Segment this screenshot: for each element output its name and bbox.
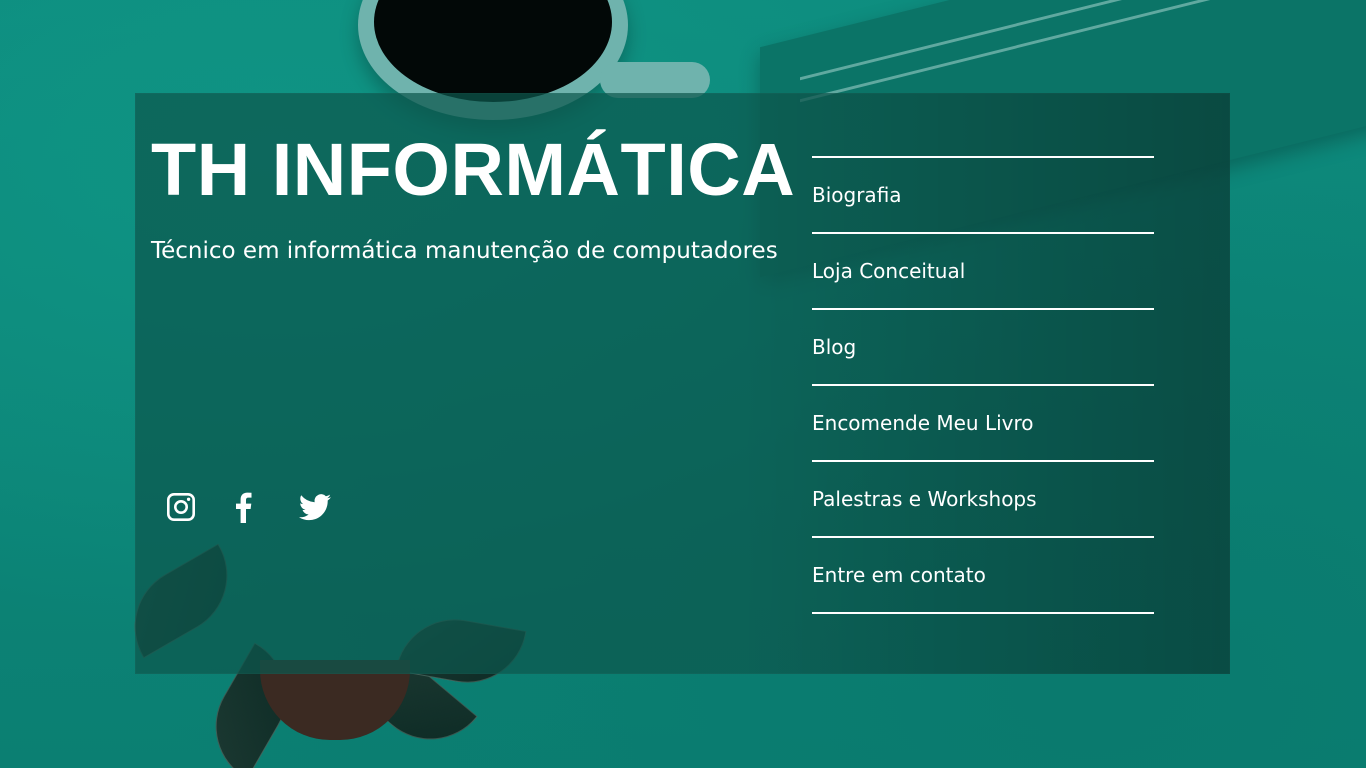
nav-item-biografia: Biografia (812, 158, 1154, 234)
nav-link-entre-em-contato[interactable]: Entre em contato (812, 563, 986, 587)
instagram-icon (167, 493, 195, 521)
nav-link-blog[interactable]: Blog (812, 335, 856, 359)
twitter-link[interactable] (299, 491, 331, 523)
nav-item-entre-em-contato: Entre em contato (812, 538, 1154, 614)
nav-item-blog: Blog (812, 310, 1154, 386)
social-links (165, 491, 361, 523)
nav-link-palestras-workshops[interactable]: Palestras e Workshops (812, 487, 1037, 511)
facebook-link[interactable] (227, 491, 259, 523)
site-subtitle: Técnico em informática manutenção de com… (151, 238, 778, 264)
nav-item-encomende-meu-livro: Encomende Meu Livro (812, 386, 1154, 462)
nav-item-palestras-workshops: Palestras e Workshops (812, 462, 1154, 538)
main-navigation: Biografia Loja Conceitual Blog Encomende… (812, 156, 1154, 614)
nav-link-loja-conceitual[interactable]: Loja Conceitual (812, 259, 965, 283)
twitter-icon (299, 493, 331, 520)
instagram-link[interactable] (165, 491, 197, 523)
nav-link-biografia[interactable]: Biografia (812, 183, 902, 207)
content-panel: TH INFORMÁTICA Técnico em informática ma… (135, 93, 1230, 674)
facebook-icon (236, 492, 252, 523)
page: TH INFORMÁTICA Técnico em informática ma… (0, 0, 1366, 768)
site-title: TH INFORMÁTICA (151, 128, 796, 211)
nav-link-encomende-meu-livro[interactable]: Encomende Meu Livro (812, 411, 1034, 435)
nav-item-loja-conceitual: Loja Conceitual (812, 234, 1154, 310)
